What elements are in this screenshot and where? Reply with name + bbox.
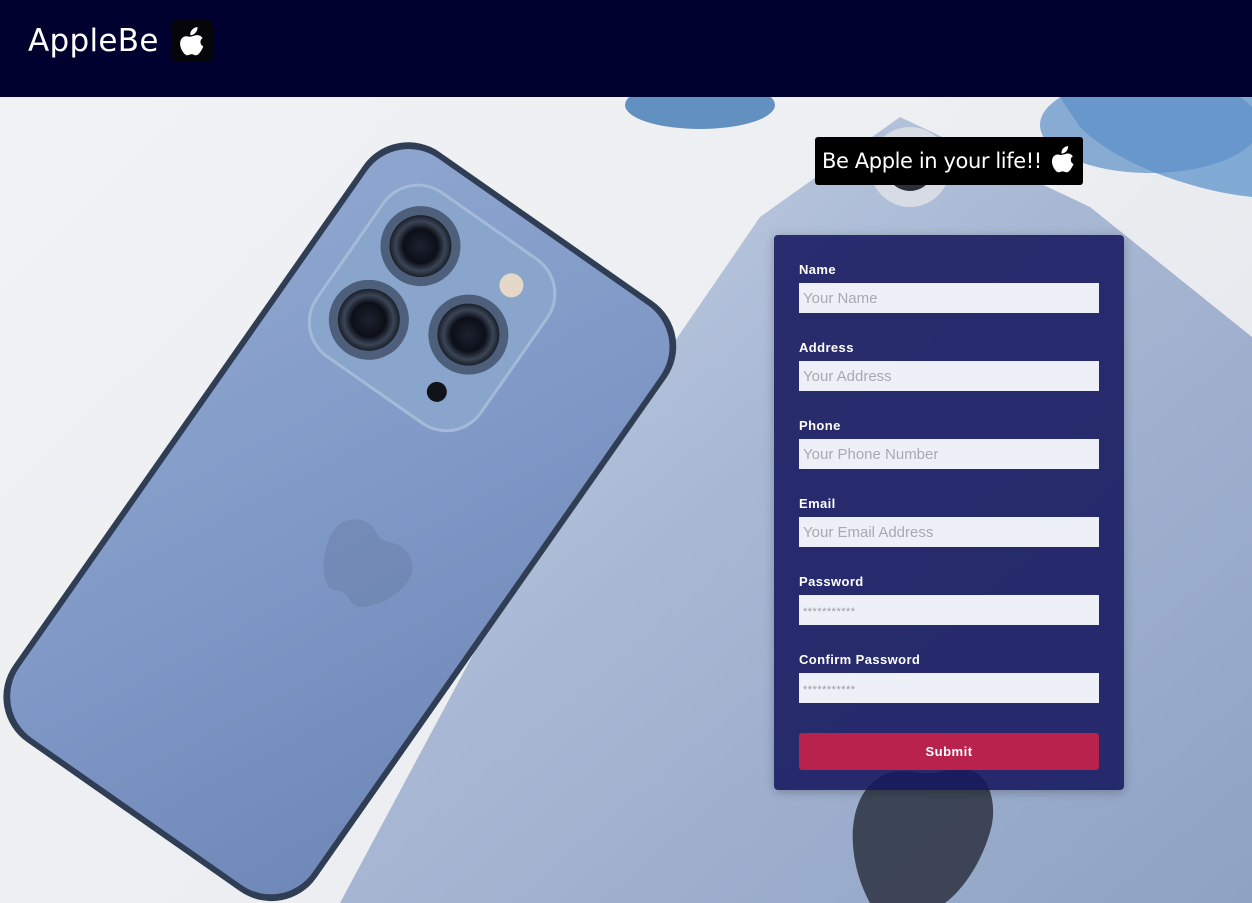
phone-field-group: Phone bbox=[799, 418, 1099, 496]
password-input[interactable] bbox=[799, 595, 1099, 625]
email-field-group: Email bbox=[799, 496, 1099, 574]
name-label: Name bbox=[799, 262, 837, 277]
registration-form: Name Address Phone Email Password Confir… bbox=[774, 235, 1124, 790]
address-label: Address bbox=[799, 340, 854, 355]
apple-logo-icon bbox=[1050, 143, 1076, 180]
confirm-password-input[interactable] bbox=[799, 673, 1099, 703]
address-field-group: Address bbox=[799, 340, 1099, 418]
tagline-badge: Be Apple in your life!! bbox=[815, 137, 1083, 185]
name-input[interactable] bbox=[799, 283, 1099, 313]
phone-label: Phone bbox=[799, 418, 841, 433]
name-field-group: Name bbox=[799, 262, 1099, 340]
confirm-password-label: Confirm Password bbox=[799, 652, 921, 667]
password-label: Password bbox=[799, 574, 864, 589]
email-input[interactable] bbox=[799, 517, 1099, 547]
brand[interactable]: AppleBe bbox=[28, 20, 213, 62]
address-input[interactable] bbox=[799, 361, 1099, 391]
password-field-group: Password bbox=[799, 574, 1099, 652]
apple-logo-icon bbox=[170, 20, 213, 62]
top-navbar: AppleBe bbox=[0, 0, 1252, 97]
confirm-password-field-group: Confirm Password bbox=[799, 652, 1099, 730]
submit-button[interactable]: Submit bbox=[799, 733, 1099, 770]
brand-name[interactable]: AppleBe bbox=[28, 23, 159, 59]
email-label: Email bbox=[799, 496, 836, 511]
phone-input[interactable] bbox=[799, 439, 1099, 469]
tagline-text: Be Apple in your life!! bbox=[822, 149, 1042, 173]
